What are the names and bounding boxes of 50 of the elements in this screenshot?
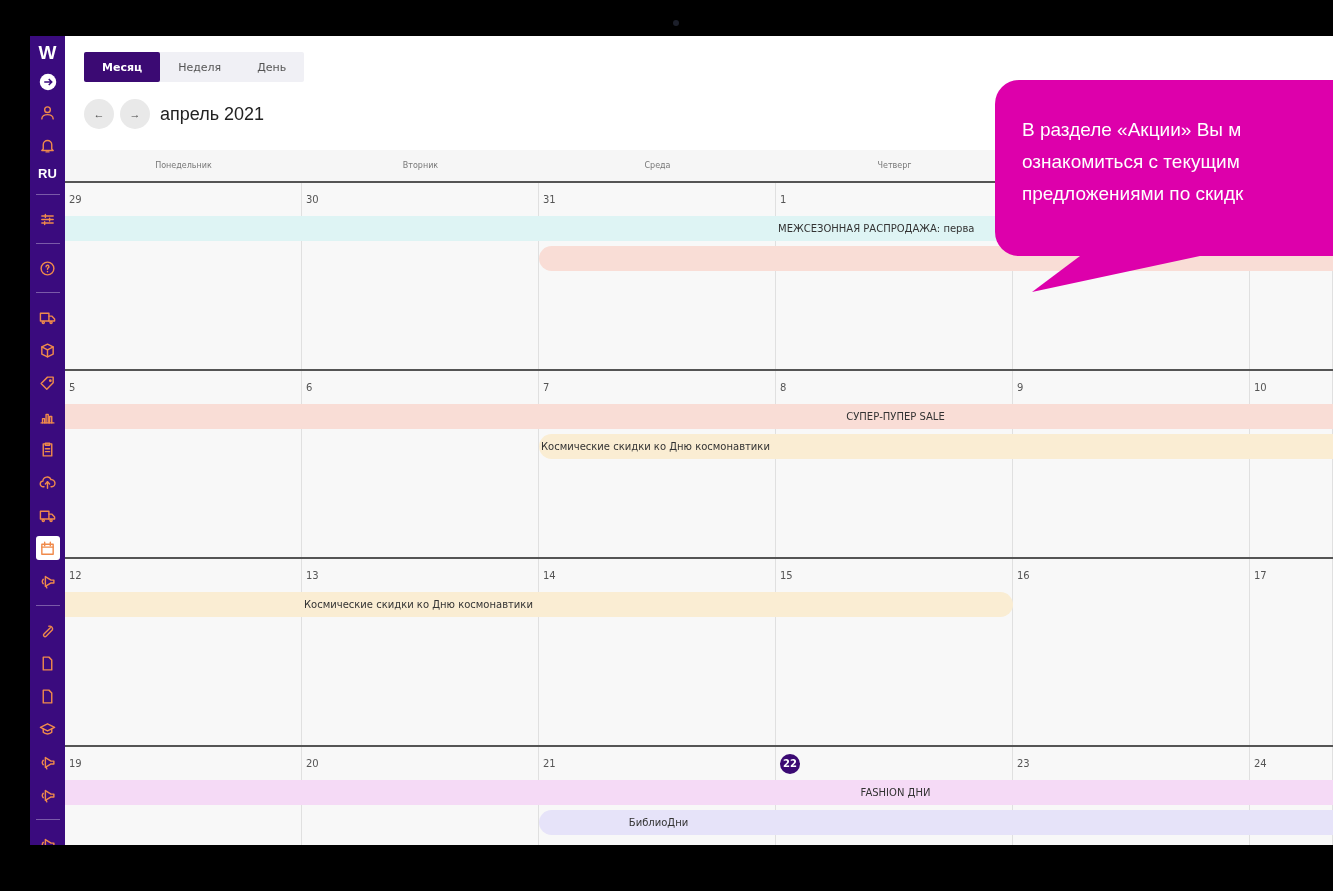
weekday-label: Понедельник [155, 161, 212, 170]
tooltip-text: В разделе «Акции» Вы м ознакомиться с текущим предложениями по скидк [1022, 118, 1244, 206]
day-number: 16 [1017, 569, 1030, 583]
day-number: 6 [306, 381, 313, 395]
day-number: 15 [780, 569, 793, 583]
day-number: 14 [543, 569, 556, 583]
day-number: 24 [1254, 757, 1267, 771]
day-number: 23 [1017, 757, 1030, 771]
user-icon [39, 103, 56, 121]
help-icon [39, 259, 56, 277]
camera-icon [673, 20, 679, 26]
calendar-icon [39, 539, 56, 557]
day-number: 20 [306, 757, 319, 771]
day-number: 7 [543, 381, 550, 395]
logo[interactable]: W [38, 42, 57, 64]
view-tab[interactable]: День [239, 52, 305, 82]
weekday-label: Вторник [402, 161, 439, 170]
day-number: 19 [69, 757, 82, 771]
day-number: 13 [306, 569, 319, 583]
day-number: 5 [69, 381, 76, 395]
day-number: 31 [543, 193, 556, 207]
day-number: 1 [780, 193, 787, 207]
day-number: 12 [69, 569, 82, 583]
event-bar[interactable]: Космические скидки ко Дню космонавтики [65, 592, 1013, 617]
day-number: 21 [543, 757, 556, 771]
weekday-label: Среда [644, 161, 671, 170]
period-title: апрель 2021 [160, 103, 265, 125]
event-bar[interactable]: Космические скидки ко Дню космонавтики [539, 434, 1333, 459]
box-icon [39, 341, 56, 359]
view-tab[interactable]: Неделя [160, 52, 240, 82]
arrow-right-icon[interactable] [38, 73, 57, 91]
weekday-label: Четверг [877, 161, 912, 170]
graduation-cap-icon [39, 720, 56, 738]
event-bar[interactable]: СУПЕР-ПУПЕР SALE [65, 404, 1333, 429]
view-tab[interactable]: Месяц [84, 52, 161, 82]
sidebar-item[interactable] [35, 536, 60, 560]
day-number: 17 [1254, 569, 1267, 583]
event-bar[interactable]: FASHION ДНИ [65, 780, 1333, 805]
today-date: 22 [780, 754, 800, 774]
day-number: 8 [780, 381, 787, 395]
cloud-upload-icon [39, 473, 56, 491]
day-number: 29 [69, 193, 82, 207]
tag-icon [39, 374, 56, 392]
event-bar[interactable]: БиблиоДни [539, 810, 1333, 835]
language-switch[interactable]: RU [38, 166, 57, 182]
previous-button[interactable]: ← [84, 99, 114, 129]
day-number: 9 [1017, 381, 1024, 395]
next-button[interactable]: → [120, 99, 150, 129]
day-number: 10 [1254, 381, 1267, 395]
day-number: 30 [306, 193, 319, 207]
